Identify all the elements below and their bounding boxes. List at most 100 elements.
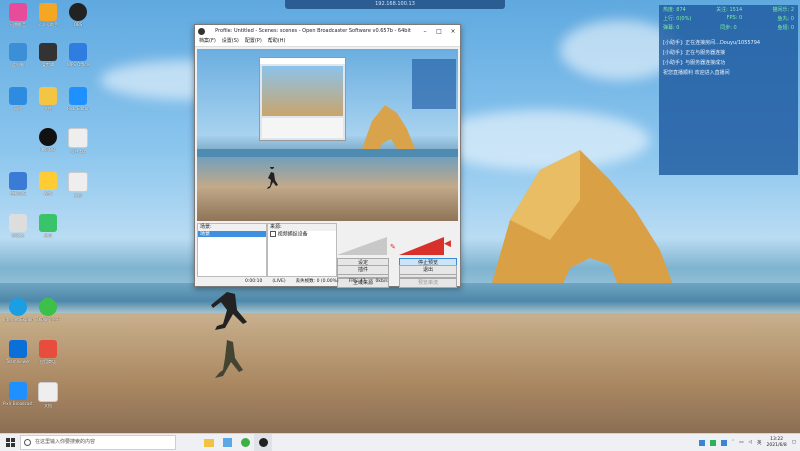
pixlr-icon: [69, 87, 87, 105]
preview-sea: [197, 149, 458, 157]
mic-volume-meter[interactable]: [337, 237, 387, 255]
stats-row: 上行: 0(0%) FPS: 0 鱼丸: 0: [659, 14, 798, 23]
desktop-icon[interactable]: 控制面板: [3, 172, 33, 196]
stat-label: 热度:: [663, 7, 675, 13]
icon-label: OBS: [73, 22, 83, 27]
desktop-icon[interactable]: 文档: [33, 382, 63, 408]
stat-value: 874: [676, 7, 686, 13]
stat-label: 猫闲乐:: [772, 7, 790, 13]
desktop-icon[interactable]: 网络: [3, 87, 33, 111]
tray-icon[interactable]: [710, 439, 717, 446]
tray-icon[interactable]: [699, 439, 706, 446]
clock[interactable]: 13:22 2021/6/8: [767, 437, 787, 449]
minimize-icon[interactable]: –: [418, 28, 432, 35]
stat-label: FPS:: [726, 15, 738, 21]
desktop-icon[interactable]: Pixlr Editor: [63, 87, 93, 111]
folder-icon: [39, 87, 57, 105]
icon-label: 文档: [44, 403, 52, 408]
desktop-icon[interactable]: 360安全卫士: [33, 298, 63, 322]
sources-panel[interactable]: 来源: 视频捕捉设备: [267, 223, 337, 277]
remote-session-bar[interactable]: 192.168.100.13: [285, 0, 505, 9]
network-icon: [9, 87, 27, 105]
menu-help[interactable]: 帮助(H): [268, 37, 286, 46]
windows-icon: [5, 438, 15, 447]
window-title: Profile: Untitled - Scenes: scenes - Ope…: [215, 28, 411, 34]
desktop-icon[interactable]: 公众号助手: [33, 3, 63, 27]
menu-settings[interactable]: 设置(S): [222, 37, 239, 46]
teamviewer-icon: [9, 340, 27, 358]
network-icon[interactable]: ▭: [739, 440, 743, 445]
app-icon: [39, 214, 57, 232]
taskbar-wechat-icon[interactable]: [236, 434, 254, 451]
desktop-icon[interactable]: 文件: [33, 87, 63, 111]
desktop-icon[interactable]: 迅雷影音: [3, 3, 33, 27]
stats-row: 弹幕: 0 同步: 0 鱼翅: 0: [659, 23, 798, 32]
source-checkbox[interactable]: [270, 231, 276, 237]
icon-label: 网络: [14, 106, 22, 111]
icon-label: 公众号助手: [38, 22, 58, 27]
scenes-panel[interactable]: 场景: 场景: [197, 223, 267, 277]
start-button[interactable]: [0, 434, 20, 451]
desktop-icon[interactable]: 爱剪辑: [33, 43, 63, 67]
desktop-icon[interactable]: 文档: [63, 172, 93, 198]
obs-titlebar[interactable]: Profile: Untitled - Scenes: scenes - Ope…: [195, 25, 460, 37]
desktop-icon[interactable]: 应用: [33, 214, 63, 238]
stat-value: 2: [790, 7, 794, 13]
taskbar-folder-icon[interactable]: [200, 434, 218, 451]
taskbar-app-icon[interactable]: [218, 434, 236, 451]
icon-label: 腾讯QQ: [40, 147, 56, 152]
app-icon: [39, 43, 57, 61]
store-icon: [39, 340, 57, 358]
desktop-icon[interactable]: Pixlr Broadcaster: [3, 382, 33, 406]
desktop-icon[interactable]: 回收站: [3, 214, 33, 238]
desktop-icon[interactable]: 文件.txt: [63, 128, 93, 154]
desktop-icon[interactable]: Internet Explorer: [3, 298, 33, 322]
close-icon[interactable]: ×: [446, 28, 460, 35]
desktop-icon[interactable]: 视频: [33, 172, 63, 196]
desktop-icon[interactable]: 应用商店: [33, 340, 63, 364]
volume-icon[interactable]: ◁: [749, 440, 752, 445]
stream-preview[interactable]: [197, 49, 458, 221]
nested-stream: [262, 66, 343, 116]
icon-label: 迅雷影音: [10, 22, 26, 27]
desktop-volume-meter[interactable]: [399, 237, 444, 255]
stat: 上行: 0(0%): [663, 15, 691, 22]
status-bar: 0:00:10 (LIVE) 丢失帧数: 0 (0.00%) FPS: 47 0…: [195, 278, 510, 286]
taskbar-obs-icon[interactable]: [254, 434, 272, 451]
maximize-icon[interactable]: □: [432, 28, 446, 35]
desktop-icon[interactable]: 腾讯QQ: [33, 128, 63, 152]
desktop-icon[interactable]: TeamViewer: [3, 340, 33, 364]
wps-icon: [69, 43, 87, 61]
folder-icon: [204, 438, 214, 447]
scene-item[interactable]: 场景: [198, 231, 266, 237]
menu-profile[interactable]: 配置(P): [245, 37, 262, 46]
nested-preview: [259, 57, 346, 141]
preview-runner: [267, 167, 278, 189]
desktop-icons: 迅雷影音 公众号助手 OBS 此电脑 爱剪辑 WPS Office 网络 文件 …: [0, 0, 110, 430]
exit-button[interactable]: 退出: [399, 265, 457, 275]
tray-icon[interactable]: [721, 439, 728, 446]
recycle-bin-icon: [9, 214, 27, 232]
notifications-icon[interactable]: ▢: [792, 440, 796, 445]
speaker-icon[interactable]: ◀: [444, 239, 454, 249]
stat: FPS: 0: [727, 15, 743, 22]
icon-label: Pixlr Broadcaster: [3, 401, 33, 406]
taskbar-search-input[interactable]: 在这里输入你要搜索的内容: [20, 435, 176, 450]
source-item[interactable]: 视频捕捉设备: [268, 231, 336, 239]
stat-value: 0: [676, 25, 680, 31]
file-icon: [68, 172, 88, 192]
desktop-icon[interactable]: OBS: [63, 3, 93, 27]
plugins-button[interactable]: 插件: [337, 265, 389, 275]
desktop-icon[interactable]: 此电脑: [3, 43, 33, 67]
app-icon: [9, 3, 27, 21]
stats-row: 热度: 874 关注: 1514 猫闲乐: 2: [659, 5, 798, 14]
menu-file[interactable]: 档案(F): [199, 37, 216, 46]
desktop-icon[interactable]: WPS Office: [63, 43, 93, 67]
chevron-up-icon[interactable]: ˄: [732, 440, 734, 445]
icon-label: 爱剪辑: [42, 62, 54, 67]
app-icon: [222, 438, 232, 447]
mic-icon[interactable]: ✎: [390, 243, 396, 251]
obs-window[interactable]: Profile: Untitled - Scenes: scenes - Ope…: [194, 24, 461, 288]
obs-icon: [258, 438, 268, 447]
input-language[interactable]: 英: [757, 440, 762, 446]
